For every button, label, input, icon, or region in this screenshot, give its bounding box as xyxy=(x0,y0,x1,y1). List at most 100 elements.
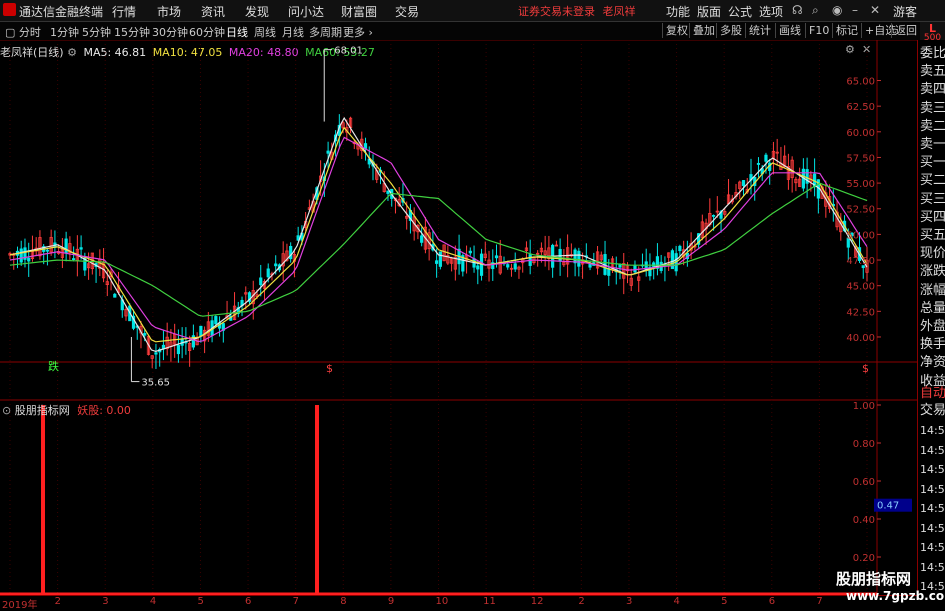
y-tick-label: 57.50 xyxy=(846,153,875,164)
menu-item-function[interactable]: 功能 xyxy=(666,3,690,20)
y-tick-label: 47.50 xyxy=(846,256,875,267)
quote-field-16[interactable]: 换手 xyxy=(920,336,945,354)
quote-side-panel: 委比 卖五 卖四 卖三 卖二 卖一 买一 买二 买三 买四 买五 现价 涨跌 涨幅 总量 外盘 换手 净资 收益 自动… xyxy=(917,40,945,595)
level-badge[interactable]: L 500 xyxy=(920,22,945,43)
x-tick-label: 8 xyxy=(340,596,347,607)
menu-item-market[interactable]: 市场 xyxy=(157,3,181,20)
quote-field-6[interactable]: 买一 xyxy=(920,154,945,172)
menu-item-discover[interactable]: 发现 xyxy=(245,3,269,20)
tick-time: 14:56 xyxy=(920,443,945,457)
quote-field-10[interactable]: 买五 xyxy=(920,227,945,245)
draw-line-button[interactable]: 画线 xyxy=(775,23,804,38)
quote-field-17[interactable]: 净资 xyxy=(920,354,945,372)
candle-body xyxy=(618,264,622,268)
mark-button[interactable]: 标记 xyxy=(832,23,861,38)
back-button[interactable]: 返回 xyxy=(891,23,920,38)
sub-chart-legend: ⊙ 股朋指标网 妖股: 0.00 xyxy=(2,402,131,418)
overlay-button[interactable]: 叠加 xyxy=(689,23,718,38)
x-tick-label: 5 xyxy=(721,596,728,607)
menu-item-quotes[interactable]: 行情 xyxy=(112,3,136,20)
tick-time: 14:56 xyxy=(920,541,945,554)
quote-field-0[interactable]: 委比 xyxy=(920,45,945,63)
guest-label[interactable]: 游客 xyxy=(893,3,917,20)
tab-period-1min[interactable]: 1分钟 xyxy=(50,24,79,40)
user-icon[interactable]: ◉ xyxy=(832,3,842,17)
menu-item-trade[interactable]: 交易 xyxy=(395,3,419,20)
quote-field-4[interactable]: 卖二 xyxy=(920,118,945,136)
candle-body xyxy=(506,264,510,268)
multi-stock-button[interactable]: 多股 xyxy=(716,23,745,38)
search-icon[interactable]: ⌕ xyxy=(812,3,819,18)
candle-body xyxy=(259,277,263,286)
statistics-button[interactable]: 统计 xyxy=(745,23,774,38)
tab-period-30min[interactable]: 30分钟 xyxy=(152,24,188,40)
quote-field-14[interactable]: 总量 xyxy=(920,300,945,318)
quote-field-2[interactable]: 卖四 xyxy=(920,81,945,99)
signal-s-marker: $ xyxy=(862,362,869,375)
menu-item-options[interactable]: 选项 xyxy=(759,3,783,20)
adjust-button[interactable]: 复权 xyxy=(662,23,691,38)
sub-y-tick-label: 0.20 xyxy=(853,553,875,564)
kline-chart[interactable]: 65.00 62.50 60.00 57.50 55.00 52.50 50.00 47.50… xyxy=(0,40,917,595)
y-tick-label: 60.00 xyxy=(846,128,875,139)
sub-chart-toggle-icon[interactable]: ⊙ xyxy=(2,404,11,417)
tab-period-more[interactable]: 更多 › xyxy=(343,24,373,40)
y-axis-labels: 65.00 62.50 60.00 57.50 55.00 52.50 50.00 47.50… xyxy=(846,77,912,564)
candle-body xyxy=(573,249,577,264)
candle-body xyxy=(113,293,117,298)
candle-body xyxy=(154,352,158,355)
trade-label[interactable]: 交易 xyxy=(920,402,945,420)
candle-body xyxy=(678,245,682,252)
quote-field-5[interactable]: 卖一 xyxy=(920,136,945,154)
sub-y-tick-label: 0.40 xyxy=(853,515,875,526)
minimize-icon[interactable]: – xyxy=(852,3,858,17)
tab-period-15min[interactable]: 15分钟 xyxy=(114,24,150,40)
login-status[interactable]: 证券交易未登录 老凤祥 xyxy=(518,3,636,19)
sub-value-marker-label: 0.47 xyxy=(877,501,899,512)
close-icon[interactable]: ✕ xyxy=(870,3,880,17)
quote-field-9[interactable]: 买四 xyxy=(920,209,945,227)
tab-period-timeshare[interactable]: ▢ 分时 xyxy=(5,24,41,40)
stock-name: 老凤祥 xyxy=(602,5,636,18)
y-tick-label: 45.00 xyxy=(846,282,875,293)
candle-body xyxy=(711,215,716,217)
candle-body xyxy=(468,250,472,254)
quote-field-1[interactable]: 卖五 xyxy=(920,63,945,81)
tick-time: 14:56 xyxy=(920,560,945,574)
title-bar: 通达信金融终端 行情 市场 资讯 发现 问小达 财富圈 交易 证券交易未登录 老… xyxy=(0,0,945,22)
sub-y-tick-label: 0.80 xyxy=(853,439,875,450)
tab-period-day[interactable]: 日线 xyxy=(226,24,248,40)
quote-field-11[interactable]: 现价 xyxy=(920,245,945,263)
menu-item-ask[interactable]: 问小达 xyxy=(288,3,324,20)
tab-period-week[interactable]: 周线 xyxy=(254,24,276,40)
headset-icon[interactable]: ☊ xyxy=(792,3,803,17)
quote-field-3[interactable]: 卖三 xyxy=(920,100,945,118)
tab-period-60min[interactable]: 60分钟 xyxy=(189,24,225,40)
candle-body xyxy=(420,235,424,243)
quote-field-15[interactable]: 外盘 xyxy=(920,318,945,336)
menu-item-formula[interactable]: 公式 xyxy=(728,3,752,20)
x-tick-label: 12 xyxy=(530,596,544,607)
x-tick-label: 4 xyxy=(673,596,680,607)
tab-period-month[interactable]: 月线 xyxy=(282,24,304,40)
quote-field-13[interactable]: 涨幅 xyxy=(920,282,945,300)
tick-time: 14:56 xyxy=(920,463,945,476)
menu-item-news[interactable]: 资讯 xyxy=(201,3,225,20)
tab-period-multi[interactable]: 多周期 xyxy=(309,24,342,40)
menu-item-wealth[interactable]: 财富圈 xyxy=(341,3,377,20)
login-status-text: 证券交易未登录 xyxy=(518,5,595,18)
high-price-label: 68.01 xyxy=(334,46,363,57)
candle-body xyxy=(494,255,499,259)
f10-button[interactable]: F10 xyxy=(805,23,832,38)
ma-line-ma10 xyxy=(9,126,868,343)
candle-body xyxy=(199,325,203,337)
quote-field-7[interactable]: 买二 xyxy=(920,172,945,190)
candle-body xyxy=(438,251,442,267)
quote-field-8[interactable]: 买三 xyxy=(920,191,945,209)
menu-item-layout[interactable]: 版面 xyxy=(697,3,721,20)
auto-trade-label[interactable]: 自动 xyxy=(920,385,945,403)
tab-period-5min[interactable]: 5分钟 xyxy=(82,24,111,40)
x-tick-label: 4 xyxy=(149,596,157,607)
candle-body xyxy=(363,143,368,149)
quote-field-12[interactable]: 涨跌 xyxy=(920,263,945,281)
